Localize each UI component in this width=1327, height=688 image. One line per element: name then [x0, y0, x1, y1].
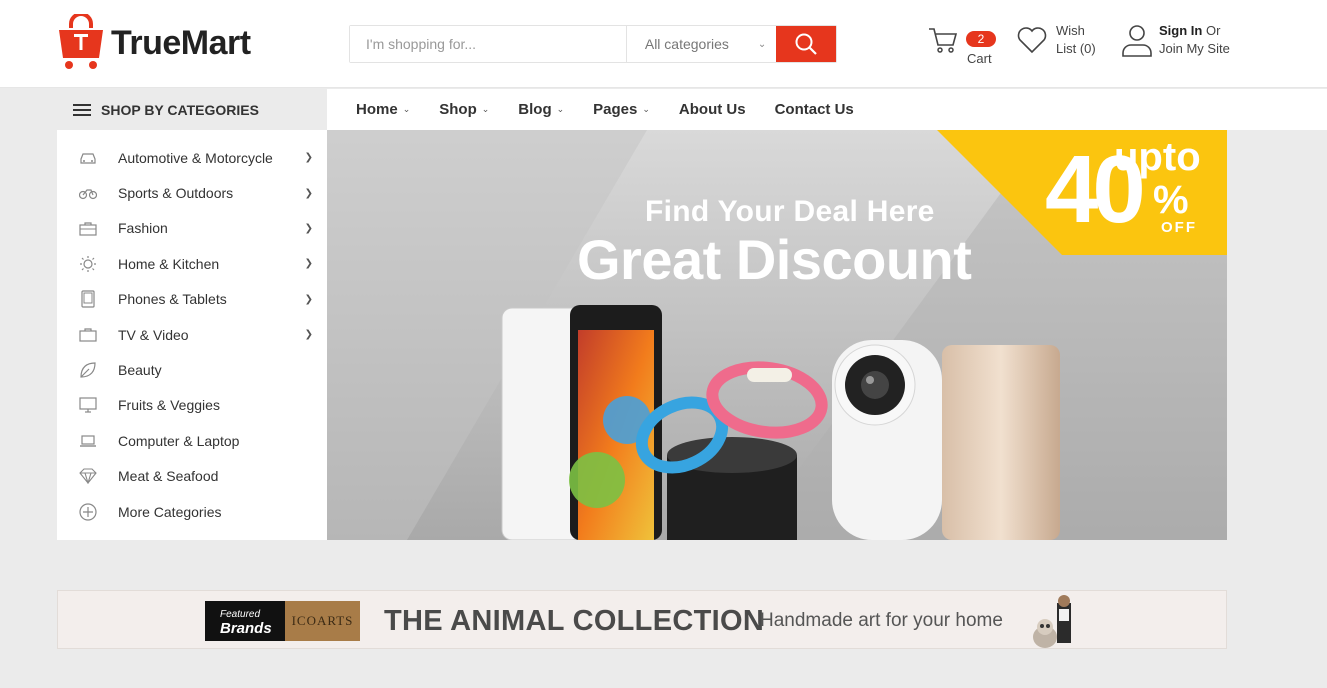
featured-brands-tag: Featured Brands — [205, 601, 285, 641]
cart-icon — [929, 28, 958, 53]
briefcase-icon — [77, 217, 99, 239]
sidebar-item-home-kitchen[interactable]: Home & Kitchen ❯ — [57, 246, 327, 281]
chevron-down-icon: ⌄ — [757, 38, 767, 50]
sidebar-item-label: Phones & Tablets — [118, 291, 227, 308]
main-nav: Home ⌄ Shop ⌄ Blog ⌄ Pages ⌄ About Us Contac… — [327, 89, 1327, 130]
nav-pages[interactable]: Pages ⌄ — [593, 101, 650, 118]
sidebar-item-label: TV & Video — [118, 326, 189, 343]
sidebar-item-automotive[interactable]: Automotive & Motorcycle ❯ — [57, 140, 327, 175]
nav-label: Contact Us — [774, 101, 854, 118]
nav-contact-us[interactable]: Contact Us — [775, 101, 854, 118]
wishlist-button[interactable]: Wish List (0) — [1016, 22, 1116, 58]
sidebar-item-sports[interactable]: Sports & Outdoors ❯ — [57, 175, 327, 210]
featured-brand-banner[interactable]: Featured Brands ICOARTS THE ANIMAL COLLE… — [57, 590, 1227, 649]
chevron-down-icon: ⌄ — [642, 104, 650, 114]
brand-collection-subtitle: Handmade art for your home — [760, 610, 1003, 631]
search-input[interactable] — [350, 26, 627, 62]
discount-off: OFF — [1161, 219, 1197, 236]
sidebar-item-label: Home & Kitchen — [118, 255, 220, 272]
join-link[interactable]: Join My Site — [1159, 40, 1230, 58]
account-button[interactable]: Sign In Or Join My Site — [1121, 22, 1230, 58]
chevron-right-icon: ❯ — [304, 187, 313, 199]
category-select[interactable]: All categories ⌄ — [626, 26, 777, 62]
diamond-icon — [77, 465, 99, 487]
sidebar-item-label: Automotive & Motorcycle — [118, 149, 273, 166]
nav-blog[interactable]: Blog ⌄ — [518, 101, 564, 118]
monitor-icon — [77, 394, 99, 416]
sidebar-item-tv-video[interactable]: TV & Video ❯ — [57, 317, 327, 352]
category-sidebar: Automotive & Motorcycle ❯ Sports & Outdo… — [57, 130, 327, 540]
sidebar-item-fruits[interactable]: Fruits & Veggies — [57, 388, 327, 423]
sidebar-item-beauty[interactable]: Beauty — [57, 352, 327, 387]
search-button[interactable] — [776, 26, 836, 62]
chevron-right-icon: ❯ — [304, 152, 313, 164]
sidebar-item-meat[interactable]: Meat & Seafood — [57, 459, 327, 494]
chevron-right-icon: ❯ — [304, 329, 313, 341]
hero-banner[interactable]: Find Your Deal Here Great Discount upto … — [327, 130, 1227, 540]
sidebar-item-more[interactable]: More Categories — [57, 494, 327, 529]
brand-collection-title: THE ANIMAL COLLECTION — [384, 605, 765, 637]
search-icon — [795, 33, 817, 55]
sun-icon — [77, 253, 99, 275]
sidebar-item-label: Beauty — [118, 362, 162, 379]
nav-shop[interactable]: Shop ⌄ — [439, 101, 489, 118]
animal-art-illustration — [1033, 595, 1071, 648]
featured-label: Featured — [220, 609, 261, 620]
search-bar: All categories ⌄ — [349, 25, 837, 63]
tablet-icon — [77, 288, 99, 310]
discount-value: 40 — [1045, 136, 1146, 243]
nav-label: Pages — [593, 101, 638, 118]
banner-title: Great Discount — [577, 228, 972, 291]
chevron-down-icon: ⌄ — [402, 104, 411, 114]
categories-title: SHOP BY CATEGORIES — [101, 101, 259, 118]
plus-circle-icon — [77, 501, 99, 523]
laptop-icon — [77, 430, 99, 452]
car-icon — [77, 147, 99, 169]
logo-text: TrueMart — [111, 23, 251, 62]
sign-in-link[interactable]: Sign In — [1159, 23, 1202, 38]
chevron-right-icon: ❯ — [304, 258, 313, 270]
nav-about-us[interactable]: About Us — [679, 101, 746, 118]
sidebar-item-label: Meat & Seafood — [118, 468, 219, 485]
category-select-value: All categories — [644, 36, 729, 52]
user-icon — [1122, 25, 1152, 57]
menu-icon — [73, 103, 91, 116]
cart-count-badge: 2 — [966, 31, 996, 47]
sidebar-item-label: Sports & Outdoors — [118, 185, 234, 202]
tv-case-icon — [77, 324, 99, 346]
nav-label: About Us — [678, 101, 746, 118]
sidebar-item-label: Fashion — [118, 220, 168, 237]
nav-label: Shop — [439, 101, 477, 118]
leaf-icon — [77, 359, 99, 381]
nav-label: Home — [356, 101, 398, 118]
sidebar-item-label: Computer & Laptop — [118, 432, 240, 449]
heart-icon — [1017, 27, 1047, 54]
chevron-down-icon: ⌄ — [481, 104, 490, 114]
sidebar-item-label: Fruits & Veggies — [118, 397, 220, 414]
cart-label: Cart — [967, 51, 992, 66]
brand-logo: ICOARTS — [285, 601, 360, 641]
nav-home[interactable]: Home ⌄ — [356, 101, 410, 118]
wishlist-label-1: Wish — [1056, 23, 1085, 38]
chevron-down-icon: ⌄ — [556, 104, 565, 114]
or-text: Or — [1205, 23, 1221, 38]
bicycle-icon — [77, 182, 99, 204]
sidebar-item-computer[interactable]: Computer & Laptop — [57, 423, 327, 458]
discount-percent: % — [1153, 178, 1189, 222]
site-header: TrueMart All categories ⌄ 2 Cart — [0, 0, 1327, 88]
shopping-bag-logo-icon — [59, 14, 103, 69]
brands-label: Brands — [220, 620, 272, 637]
chevron-right-icon: ❯ — [304, 222, 313, 234]
sidebar-item-phones[interactable]: Phones & Tablets ❯ — [57, 282, 327, 317]
chevron-right-icon: ❯ — [304, 293, 313, 305]
sidebar-item-label: More Categories — [118, 503, 222, 520]
wishlist-label-2: List (0) — [1056, 41, 1096, 56]
sidebar-item-fashion[interactable]: Fashion ❯ — [57, 211, 327, 246]
banner-subtitle: Find Your Deal Here — [645, 195, 935, 228]
site-logo[interactable]: TrueMart — [57, 14, 251, 72]
cart-button[interactable]: 2 Cart — [928, 25, 1012, 66]
shop-by-categories-toggle[interactable]: SHOP BY CATEGORIES — [57, 89, 327, 130]
nav-label: Blog — [518, 101, 552, 118]
